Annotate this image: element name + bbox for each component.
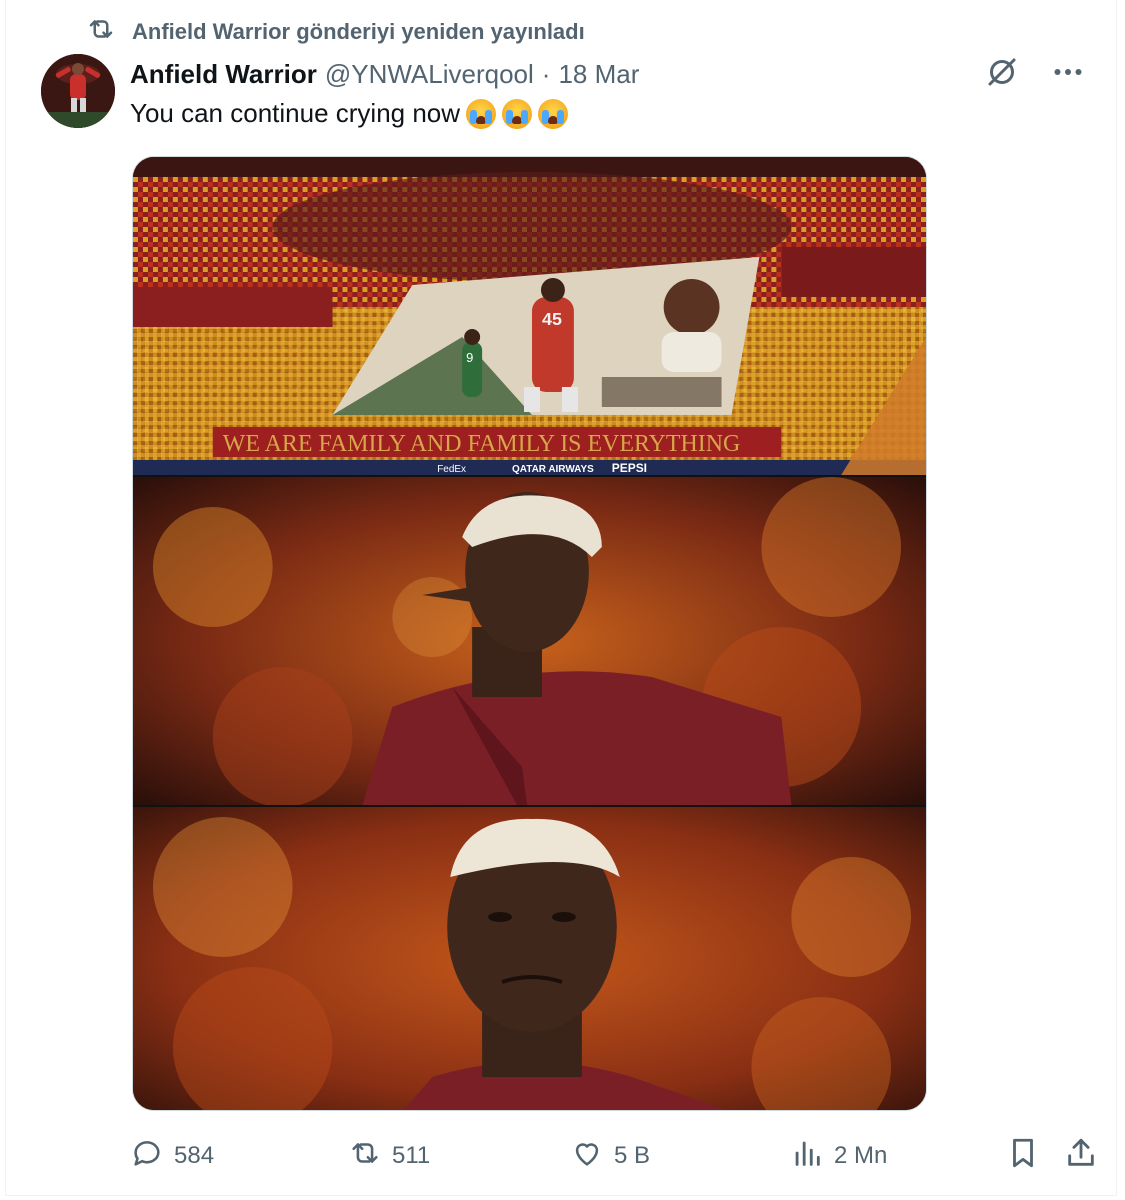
- separator-dot: ·: [541, 58, 551, 89]
- like-button[interactable]: 5 B: [570, 1136, 650, 1177]
- heart-icon: [570, 1136, 604, 1177]
- avatar[interactable]: [41, 54, 115, 128]
- author-name[interactable]: Anfield Warrior: [130, 59, 317, 90]
- bookmark-button[interactable]: [1006, 1136, 1040, 1177]
- repost-icon: [86, 14, 116, 50]
- more-icon[interactable]: [1050, 54, 1086, 95]
- reply-icon: [130, 1136, 164, 1177]
- tweet-card[interactable]: Anfield Warrior gönderiyi yeniden yayınl…: [5, 0, 1117, 1196]
- player-front-image[interactable]: [133, 807, 926, 1110]
- views-button[interactable]: 2 Mn: [790, 1136, 887, 1177]
- sponsor-pepsi: PEPSI: [612, 461, 647, 475]
- tweet-body: You can continue crying now: [130, 98, 461, 128]
- repost-icon: [348, 1136, 382, 1177]
- tweet-text: You can continue crying now: [130, 98, 569, 129]
- reply-count: 584: [174, 1142, 215, 1169]
- tifo-jersey-number: 45: [542, 309, 562, 329]
- sponsor-qatar: QATAR AIRWAYS: [512, 464, 594, 475]
- crying-emoji-icon: [502, 98, 533, 129]
- header-actions: [984, 54, 1086, 95]
- repost-banner-text: Anfield Warrior gönderiyi yeniden yayınl…: [132, 19, 585, 44]
- sponsor-fedex: FedEx: [437, 464, 466, 475]
- views-icon: [790, 1136, 824, 1177]
- share-button[interactable]: [1064, 1136, 1098, 1177]
- tweet-header: Anfield Warrior @YNWALiverqool · 18 Mar: [130, 56, 639, 92]
- views-count: 2 Mn: [834, 1142, 888, 1169]
- repost-button[interactable]: 511: [348, 1136, 430, 1177]
- author-handle[interactable]: @YNWALiverqool: [325, 59, 534, 90]
- reply-button[interactable]: 584: [130, 1136, 214, 1177]
- share-icon: [1064, 1136, 1098, 1177]
- player-profile-image[interactable]: [133, 477, 926, 805]
- tweet-media[interactable]: 9 45 WE ARE FAMILY AND FAMILY IS EVERYTH…: [132, 156, 927, 1111]
- crying-emoji-icon: [466, 98, 497, 129]
- banner-text: WE ARE FAMILY AND FAMILY IS EVERYTHING: [223, 431, 741, 457]
- like-count: 5 B: [614, 1142, 651, 1169]
- bookmark-icon: [1006, 1136, 1040, 1177]
- tifo-small-number: 9: [466, 350, 473, 365]
- tweet-date[interactable]: 18 Mar: [558, 59, 639, 90]
- grok-icon[interactable]: [984, 54, 1020, 95]
- tweet-actions: 584 511 5 B 2 Mn: [130, 1136, 1100, 1176]
- repost-count: 511: [392, 1142, 431, 1169]
- stadium-tifo-image[interactable]: 9 45 WE ARE FAMILY AND FAMILY IS EVERYTH…: [133, 157, 926, 475]
- repost-banner[interactable]: Anfield Warrior gönderiyi yeniden yayınl…: [86, 17, 585, 47]
- crying-emoji-icon: [538, 98, 569, 129]
